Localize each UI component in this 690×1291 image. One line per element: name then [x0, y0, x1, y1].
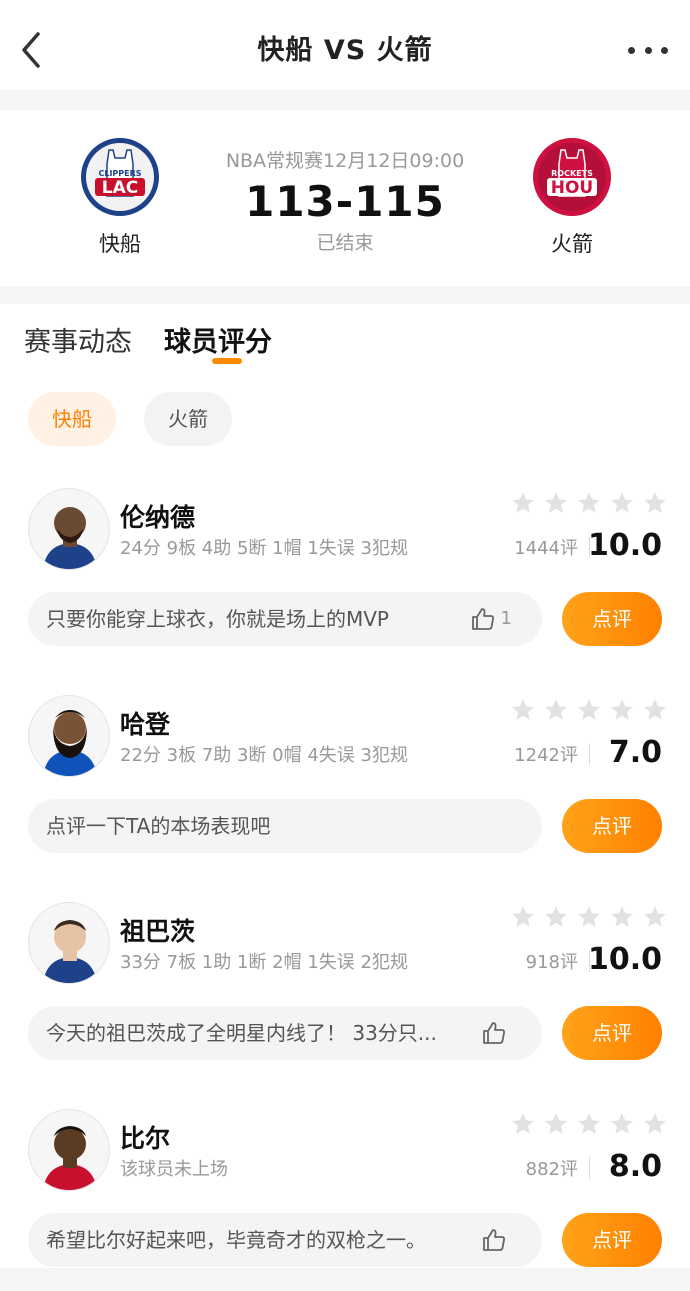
comment-box[interactable]: 点评一下TA的本场表现吧: [28, 799, 542, 853]
away-team-name: 火箭: [551, 232, 593, 256]
away-logo-text: HOU: [551, 178, 593, 198]
rating-stars[interactable]: [510, 904, 675, 930]
match-league-time: NBA常规赛12月12日09:00: [225, 150, 465, 172]
away-logo-sub: ROCKETS: [551, 169, 593, 178]
player-card: 祖巴茨 33分 7板 1助 1断 2帽 1失误 2犯规 918评 10.0 今天…: [0, 902, 690, 1092]
star-icon[interactable]: [642, 490, 668, 516]
player-rating: 10.0: [587, 942, 662, 977]
match-score: 113-115: [245, 177, 445, 226]
comment-placeholder: 点评一下TA的本场表现吧: [46, 814, 271, 838]
like-count: 1: [500, 608, 512, 629]
page-title: 快船 VS 火箭: [257, 35, 433, 66]
filter-chip-away[interactable]: 火箭: [144, 392, 232, 446]
star-icon[interactable]: [510, 1111, 536, 1137]
comment-box[interactable]: 今天的祖巴茨成了全明星内线了！ 33分只...: [28, 1006, 542, 1060]
player-rating: 8.0: [608, 1149, 662, 1184]
player-name: 比尔: [120, 1124, 171, 1153]
star-icon[interactable]: [609, 1111, 635, 1137]
star-icon[interactable]: [609, 904, 635, 930]
comment-text: 今天的祖巴茨成了全明星内线了！ 33分只...: [46, 1021, 437, 1045]
match-header: CLIPPERS LAC 快船 NBA常规赛12月12日09:00 113-11…: [0, 110, 690, 286]
review-button[interactable]: 点评: [562, 799, 662, 853]
review-count: 918评: [525, 952, 578, 973]
more-icon[interactable]: [628, 40, 668, 60]
player-name: 伦纳德: [120, 503, 196, 532]
divider: [589, 743, 590, 765]
star-icon[interactable]: [543, 904, 569, 930]
active-tab-indicator: [212, 358, 242, 364]
star-icon[interactable]: [543, 1111, 569, 1137]
review-button[interactable]: 点评: [562, 592, 662, 646]
comment-text: 只要你能穿上球衣，你就是场上的MVP: [46, 607, 389, 631]
team-filter: 快船 火箭: [28, 392, 260, 446]
star-icon[interactable]: [609, 490, 635, 516]
player-stats: 24分 9板 4助 5断 1帽 1失误 3犯规: [120, 538, 408, 559]
star-icon[interactable]: [576, 697, 602, 723]
comment-text: 希望比尔好起来吧，毕竟奇才的双枪之一。: [46, 1228, 426, 1252]
home-team-name: 快船: [99, 232, 141, 256]
review-button[interactable]: 点评: [562, 1213, 662, 1267]
home-logo-text: LAC: [102, 178, 138, 198]
tab-player-ratings[interactable]: 球员评分: [164, 320, 272, 359]
star-icon[interactable]: [543, 697, 569, 723]
tab-bar: 赛事动态 球员评分: [24, 320, 304, 359]
star-icon[interactable]: [576, 904, 602, 930]
tab-match-news[interactable]: 赛事动态: [24, 320, 132, 359]
nav-bar: 快船 VS 火箭: [0, 0, 690, 90]
rockets-logo-icon: ROCKETS HOU: [533, 138, 611, 216]
thumbs-up-icon: [483, 1022, 505, 1044]
like-button[interactable]: [480, 1019, 512, 1047]
rating-stars[interactable]: [510, 697, 675, 723]
comment-box[interactable]: 只要你能穿上球衣，你就是场上的MVP 1: [28, 592, 542, 646]
match-status: 已结束: [316, 232, 374, 254]
comment-box[interactable]: 希望比尔好起来吧，毕竟奇才的双枪之一。: [28, 1213, 542, 1267]
star-icon[interactable]: [510, 904, 536, 930]
match-info: NBA常规赛12月12日09:00 113-115 已结束: [195, 146, 495, 255]
player-rating: 7.0: [608, 735, 662, 770]
star-icon[interactable]: [642, 1111, 668, 1137]
review-count: 882评: [525, 1159, 578, 1180]
star-icon[interactable]: [510, 490, 536, 516]
player-stats: 22分 3板 7助 3断 0帽 4失误 3犯规: [120, 745, 408, 766]
player-stats: 该球员未上场: [120, 1159, 228, 1180]
player-avatar[interactable]: [28, 902, 110, 984]
review-button[interactable]: 点评: [562, 1006, 662, 1060]
player-card: 比尔 该球员未上场 882评 8.0 希望比尔好起来吧，毕竟奇才的双枪之一。 点…: [0, 1109, 690, 1291]
home-logo-sub: CLIPPERS: [98, 169, 141, 178]
player-stats: 33分 7板 1助 1断 2帽 1失误 2犯规: [120, 952, 408, 973]
player-card: 哈登 22分 3板 7助 3断 0帽 4失误 3犯规 1242评 7.0 点评一…: [0, 695, 690, 885]
star-icon[interactable]: [642, 904, 668, 930]
review-count: 1242评: [514, 745, 578, 766]
thumbs-up-icon: [471, 608, 494, 630]
home-team[interactable]: CLIPPERS LAC 快船: [60, 136, 180, 258]
review-count: 1444评: [514, 538, 578, 559]
star-icon[interactable]: [576, 490, 602, 516]
rating-stars[interactable]: [510, 490, 675, 516]
star-icon[interactable]: [576, 1111, 602, 1137]
star-icon[interactable]: [642, 697, 668, 723]
star-icon[interactable]: [609, 697, 635, 723]
away-team[interactable]: ROCKETS HOU 火箭: [512, 136, 632, 258]
divider: [589, 1157, 590, 1179]
bottom-strip: [0, 1268, 690, 1291]
like-button[interactable]: [480, 1226, 512, 1254]
like-button[interactable]: 1: [469, 605, 512, 633]
player-avatar[interactable]: [28, 488, 110, 570]
player-avatar[interactable]: [28, 695, 110, 777]
player-rating: 10.0: [587, 528, 662, 563]
player-avatar[interactable]: [28, 1109, 110, 1191]
filter-chip-home[interactable]: 快船: [28, 392, 116, 446]
star-icon[interactable]: [543, 490, 569, 516]
player-name: 祖巴茨: [120, 917, 196, 946]
clippers-logo-icon: CLIPPERS LAC: [81, 138, 159, 216]
content-panel: 赛事动态 球员评分 快船 火箭 伦纳德 24分 9板 4助 5断 1帽 1失误 …: [0, 304, 690, 1291]
player-card: 伦纳德 24分 9板 4助 5断 1帽 1失误 3犯规 1444评 10.0 只…: [0, 488, 690, 678]
thumbs-up-icon: [483, 1229, 505, 1251]
star-icon[interactable]: [510, 697, 536, 723]
player-name: 哈登: [120, 710, 171, 739]
rating-stars[interactable]: [510, 1111, 675, 1137]
